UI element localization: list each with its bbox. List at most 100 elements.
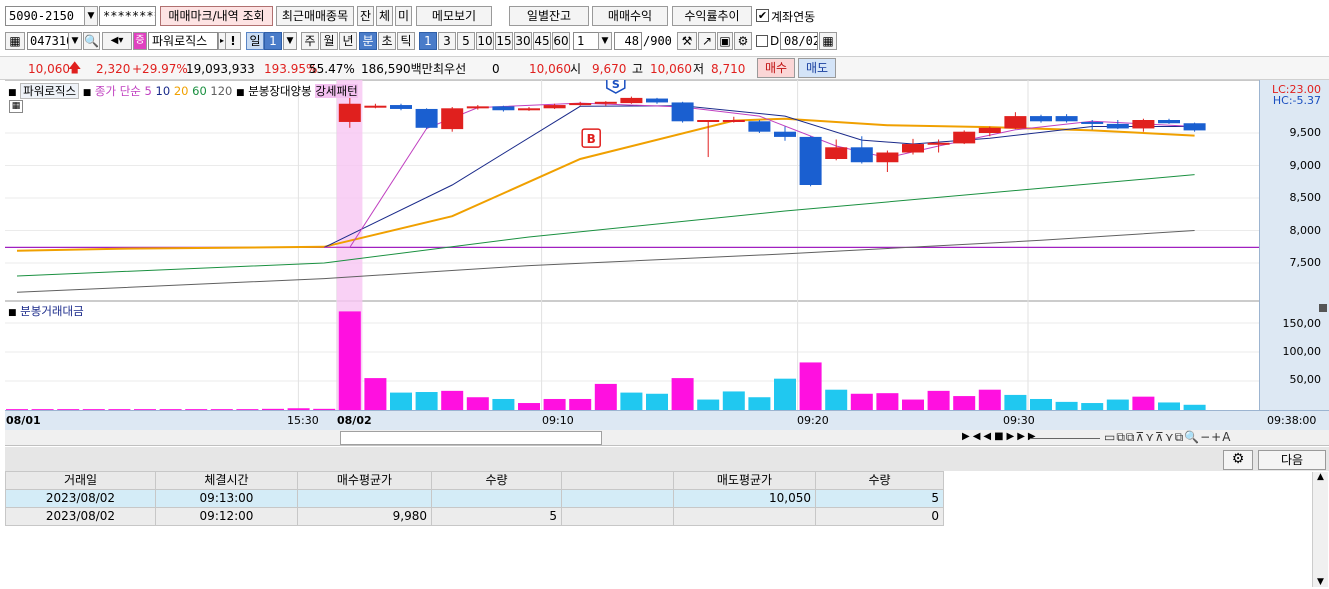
scroll-thumb[interactable]	[340, 431, 602, 445]
account-dropdown-icon[interactable]: ▼	[84, 6, 98, 26]
scroll-up-icon[interactable]: ▲	[1313, 472, 1328, 482]
candle-body	[774, 131, 796, 137]
search-icon[interactable]: 🔍	[83, 32, 100, 50]
price-tick: 9,000	[1289, 159, 1322, 172]
volume-bar	[364, 378, 387, 410]
time-tick: 09:10	[542, 414, 574, 427]
candle-body	[1132, 120, 1155, 129]
candle-body	[620, 97, 643, 104]
minute-10[interactable]: 10	[476, 32, 494, 50]
recent-stocks-button[interactable]: 최근매매종목	[276, 6, 354, 26]
price-volume-chart[interactable]: BS	[5, 80, 1259, 430]
zoom-slider[interactable]	[1030, 438, 1100, 439]
alert-icon[interactable]: !	[225, 32, 241, 50]
chart-menu-icon[interactable]: ▦	[5, 32, 25, 50]
bottom-toolbar	[5, 447, 1329, 471]
buy-button[interactable]: 매수	[757, 58, 795, 78]
period-tick[interactable]: 틱	[397, 32, 415, 50]
ma120-line	[16, 230, 1195, 293]
candle-body	[1081, 121, 1104, 124]
save-icon[interactable]: ▣	[717, 32, 733, 50]
open-label: 시	[570, 62, 582, 76]
candle-body	[1158, 120, 1180, 124]
candle-body	[1183, 123, 1206, 131]
scroll-down-icon[interactable]: ▼	[1313, 577, 1328, 587]
legend-pattern: 분봉장대양봉	[248, 84, 312, 98]
period-day-count[interactable]: 1	[264, 32, 282, 50]
memo-button[interactable]: 메모보기	[416, 6, 492, 26]
market-badge: 증	[133, 32, 147, 50]
count-total: /900	[643, 34, 672, 48]
table-scrollbar[interactable]: ▲ ▼	[1312, 472, 1328, 587]
time-axis: 08/01 15:30 08/02 09:10 09:20 09:30 09:3…	[5, 410, 1329, 430]
panel-resize-icon[interactable]	[1319, 304, 1327, 312]
candle-body	[978, 127, 1001, 133]
minute-60[interactable]: 60	[552, 32, 570, 50]
volume-bar	[518, 403, 540, 410]
current-price: 10,060	[28, 62, 70, 76]
hc-label: HC:-5.37	[1272, 94, 1321, 107]
d-checkbox[interactable]	[756, 35, 768, 47]
draw-tool-icon[interactable]: ↗	[698, 32, 716, 50]
filled-button[interactable]: 체	[376, 6, 393, 26]
account-field[interactable]: 5090-2150	[5, 6, 85, 26]
count-input[interactable]: 48	[614, 32, 642, 50]
profit-rate-button[interactable]: 수익률추이	[672, 6, 752, 26]
tool-icons[interactable]: ▭⧉⧉⊼⋎⊼⋎⧉🔍−+A	[1104, 430, 1231, 445]
legend-dot-icon: ■	[236, 88, 245, 98]
period-minute[interactable]: 분	[359, 32, 377, 50]
cell-empty	[561, 489, 674, 508]
period-month[interactable]: 월	[320, 32, 338, 50]
minute-1[interactable]: 1	[419, 32, 437, 50]
settings-gear-icon[interactable]: ⚙	[1223, 450, 1253, 470]
gear-icon[interactable]: ⚙	[734, 32, 752, 50]
trade-profit-button[interactable]: 매매수익	[592, 6, 668, 26]
trade-history-table: 거래일 체결시간 매수평균가 수량 매도평균가 수량 2023/08/02 09…	[5, 471, 944, 526]
password-field[interactable]: ********	[99, 6, 156, 26]
period-second[interactable]: 초	[378, 32, 396, 50]
stock-code-input[interactable]: 047310	[27, 32, 69, 50]
unit-input[interactable]: 1	[573, 32, 599, 50]
trade-marks-button[interactable]: 매매마크/내역 조회	[160, 6, 273, 26]
minute-45[interactable]: 45	[533, 32, 551, 50]
cell-date: 2023/08/02	[5, 489, 156, 508]
period-dropdown-icon[interactable]: ▼	[283, 32, 297, 50]
period-year[interactable]: 년	[339, 32, 357, 50]
candle-body	[518, 108, 540, 111]
table-row[interactable]: 2023/08/02 09:12:00 9,980 5 0	[5, 507, 944, 526]
date-input[interactable]: 08/02	[780, 32, 818, 50]
volume-bar	[415, 392, 438, 410]
next-button[interactable]: 다음	[1258, 450, 1326, 470]
unfilled-button[interactable]: 미	[395, 6, 412, 26]
indicator-icon[interactable]: ⚒	[677, 32, 697, 50]
playback-controls[interactable]: ▶◀◀■▶▶▶	[962, 431, 1039, 442]
speaker-icon[interactable]: ◀▾	[102, 32, 132, 50]
low-price: 8,710	[711, 62, 746, 76]
code-dropdown-icon[interactable]: ▼	[68, 32, 82, 50]
period-week[interactable]: 주	[301, 32, 319, 50]
volume-bar	[825, 389, 848, 410]
volume-bar	[671, 378, 694, 410]
table-row[interactable]: 2023/08/02 09:13:00 10,050 5	[5, 489, 944, 508]
legend-ma120: 120	[210, 84, 233, 98]
period-day[interactable]: 일	[246, 32, 264, 50]
price-tick: 9,500	[1289, 126, 1322, 139]
account-link-checkbox[interactable]: ✔	[756, 9, 769, 22]
volume-bar	[927, 390, 950, 410]
minute-15[interactable]: 15	[495, 32, 513, 50]
table-view-icon[interactable]: ▦	[9, 100, 23, 113]
sell-button[interactable]: 매도	[798, 58, 836, 78]
legend-stock[interactable]: 파워로직스	[20, 83, 80, 99]
minute-5[interactable]: 5	[457, 32, 475, 50]
volume-bar	[390, 392, 412, 410]
balance-button[interactable]: 잔	[357, 6, 374, 26]
minute-30[interactable]: 30	[514, 32, 532, 50]
cell-time: 09:13:00	[155, 489, 298, 508]
candle-body	[722, 120, 745, 122]
unit-dropdown-icon[interactable]: ▼	[598, 32, 612, 50]
calendar-icon[interactable]: ▦	[819, 32, 837, 50]
minute-3[interactable]: 3	[438, 32, 456, 50]
candle-body	[569, 103, 592, 106]
daily-balance-button[interactable]: 일별잔고	[509, 6, 589, 26]
price-change: 2,320	[96, 62, 131, 76]
